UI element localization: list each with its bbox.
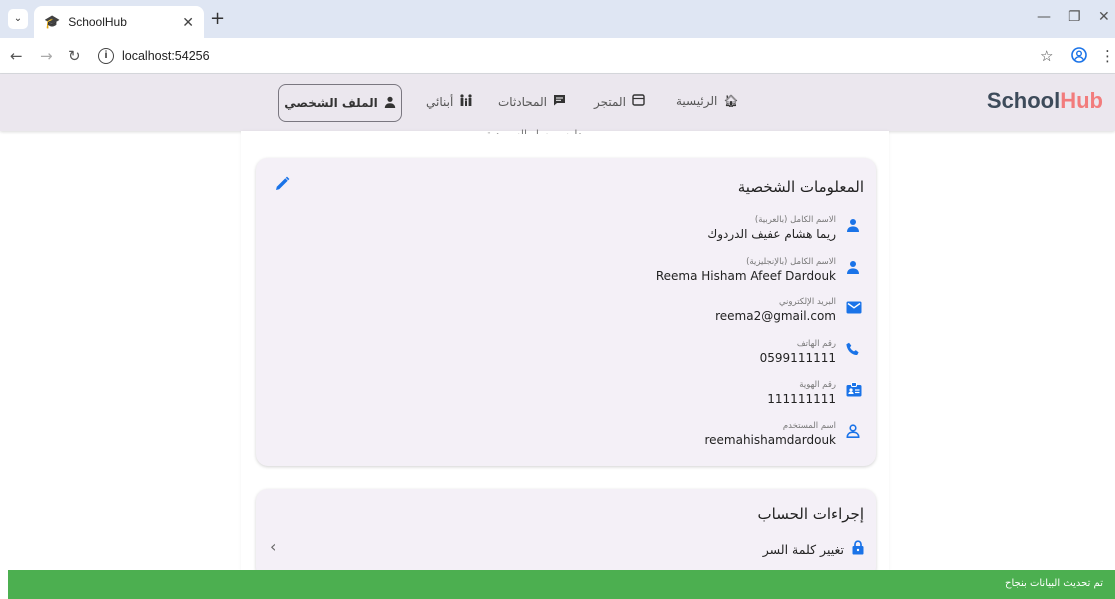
- field-value: Reema Hisham Afeef Dardouk: [655, 269, 836, 283]
- personal-info-title: المعلومات الشخصية: [737, 178, 864, 196]
- tab-title: SchoolHub: [68, 15, 127, 29]
- account-actions-title: إجراءات الحساب: [757, 505, 865, 523]
- back-icon[interactable]: ←: [10, 47, 23, 65]
- lock-icon: [852, 540, 864, 558]
- field-label: اسم المستخدم: [782, 421, 836, 431]
- bookmark-star-icon[interactable]: ☆: [1040, 47, 1053, 65]
- user-outline-icon: [846, 423, 864, 441]
- email-icon: [846, 299, 864, 317]
- change-password-label: تغيير كلمة السر: [762, 541, 844, 557]
- nav-home[interactable]: 🏠︎ الرئيسية: [676, 94, 739, 108]
- field-value: reema2@gmail.com: [715, 309, 836, 323]
- browser-tab-strip: ⌄ 🎓 SchoolHub ✕ + — ❐ ✕: [0, 0, 1115, 38]
- address-bar-row: ← → ↻ i localhost:54256 ☆ ⋮: [0, 38, 1115, 74]
- field-row-name-ar: الاسم الكامل (بالعربية) ريما هشام عفيف ا…: [564, 215, 864, 253]
- site-info-icon[interactable]: i: [98, 48, 114, 64]
- personal-info-card: المعلومات الشخصية الاسم الكامل (بالعربية…: [256, 158, 876, 466]
- field-row-name-en: الاسم الكامل (بالإنجليزية) Reema Hisham …: [564, 257, 864, 295]
- menu-icon[interactable]: ⋮: [1100, 47, 1115, 65]
- account-actions-card: إجراءات الحساب تغيير كلمة السر ‹: [256, 489, 876, 579]
- url-text: localhost:54256: [122, 49, 210, 63]
- snackbar: تم تحديث البيانات بنجاح: [8, 570, 1115, 599]
- field-value: 0599111111: [759, 351, 836, 365]
- brand-logo[interactable]: SchoolHub: [987, 88, 1103, 114]
- person-icon: [846, 259, 864, 277]
- nav-store[interactable]: المتجر: [594, 94, 645, 109]
- field-row-email: البريد الإلكتروني reema2@gmail.com: [564, 297, 864, 335]
- field-row-username: اسم المستخدم reemahishamdardouk: [564, 421, 864, 459]
- close-window-icon[interactable]: ✕: [1098, 9, 1110, 25]
- tab-search-icon[interactable]: ⌄: [8, 9, 28, 29]
- chevron-left-icon[interactable]: ‹: [270, 537, 276, 556]
- store-icon: [632, 94, 645, 109]
- nav-profile-button[interactable]: الملف الشخصي: [278, 84, 402, 122]
- nav-children[interactable]: أبنائي: [426, 94, 473, 110]
- url-bar[interactable]: i localhost:54256: [92, 43, 1027, 69]
- browser-tab[interactable]: 🎓 SchoolHub ✕: [34, 6, 204, 38]
- field-label: البريد الإلكتروني: [778, 297, 836, 307]
- person-icon: [846, 217, 864, 235]
- forward-icon[interactable]: →: [40, 47, 53, 65]
- profile-icon[interactable]: [1071, 47, 1087, 67]
- field-value: 111111111: [767, 392, 836, 406]
- snackbar-message: تم تحديث البيانات بنجاح: [1005, 578, 1103, 589]
- home-icon: 🏠︎: [723, 94, 739, 108]
- field-label: رقم الهاتف: [796, 339, 836, 349]
- school-name-partial: مدارس يسار السعودية: [486, 126, 589, 134]
- family-icon: [459, 94, 473, 110]
- phone-icon: [846, 341, 864, 359]
- field-value: ريما هشام عفيف الدردوك: [707, 227, 836, 241]
- field-row-phone: رقم الهاتف 0599111111: [564, 339, 864, 377]
- id-badge-icon: [846, 382, 864, 400]
- edit-icon[interactable]: [274, 176, 290, 192]
- app-bar: SchoolHub 🏠︎ الرئيسية المتجر المحادثات أ…: [0, 74, 1115, 131]
- field-label: الاسم الكامل (بالعربية): [754, 215, 836, 225]
- field-row-id: رقم الهوية 111111111: [564, 380, 864, 418]
- favicon-icon: 🎓: [44, 14, 61, 29]
- tab-close-icon[interactable]: ✕: [182, 14, 194, 31]
- field-label: رقم الهوية: [799, 380, 836, 390]
- restore-icon[interactable]: ❐: [1068, 9, 1081, 25]
- field-value: reemahishamdardouk: [704, 433, 836, 447]
- change-password-item[interactable]: تغيير كلمة السر: [763, 540, 864, 558]
- minimize-icon[interactable]: —: [1037, 9, 1051, 25]
- field-label: الاسم الكامل (بالإنجليزية): [746, 257, 836, 267]
- new-tab-icon[interactable]: +: [210, 8, 225, 29]
- person-icon: [384, 96, 396, 111]
- reload-icon[interactable]: ↻: [68, 47, 81, 65]
- chat-icon: [553, 94, 566, 109]
- nav-chats[interactable]: المحادثات: [498, 94, 566, 109]
